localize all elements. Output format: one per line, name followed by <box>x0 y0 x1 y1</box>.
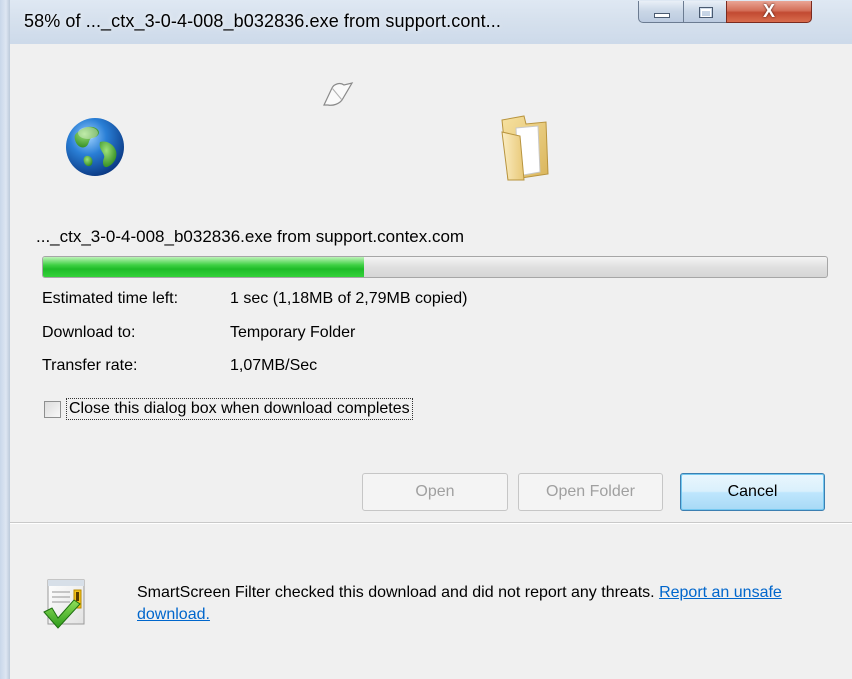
download-progress-bar <box>42 256 828 278</box>
smartscreen-footer: SmartScreen Filter checked this download… <box>10 524 852 679</box>
download-dialog: 58% of ..._ctx_3-0-4-008_b032836.exe fro… <box>0 0 852 679</box>
close-when-complete-checkbox[interactable] <box>44 401 61 418</box>
smartscreen-message: SmartScreen Filter checked this download… <box>137 582 797 626</box>
window-edge <box>0 0 10 679</box>
open-button[interactable]: Open <box>362 473 508 511</box>
maximize-icon <box>699 7 713 18</box>
download-filename: ..._ctx_3-0-4-008_b032836.exe from suppo… <box>36 227 465 246</box>
info-label: Download to: <box>42 324 136 341</box>
close-icon: X <box>762 1 775 21</box>
close-when-complete-label[interactable]: Close this dialog box when download comp… <box>66 398 413 420</box>
progress-fill <box>43 257 365 277</box>
download-animation <box>10 44 852 194</box>
maximize-button[interactable] <box>683 1 727 23</box>
cancel-button[interactable]: Cancel <box>680 473 825 511</box>
flying-paper-icon <box>323 82 354 106</box>
smartscreen-text: SmartScreen Filter checked this download… <box>137 584 660 601</box>
close-button[interactable]: X <box>726 1 812 23</box>
info-value: 1 sec (1,18MB of 2,79MB copied) <box>230 290 468 307</box>
globe-icon <box>66 118 124 176</box>
minimize-button[interactable] <box>638 1 684 23</box>
minimize-icon <box>654 13 670 18</box>
smartscreen-check-icon <box>43 579 85 629</box>
open-folder-button[interactable]: Open Folder <box>518 473 663 511</box>
folder-icon <box>501 115 549 181</box>
info-label: Transfer rate: <box>42 357 138 374</box>
info-label: Estimated time left: <box>42 290 179 307</box>
download-panel: ..._ctx_3-0-4-008_b032836.exe from suppo… <box>10 44 852 524</box>
info-value: Temporary Folder <box>230 324 356 341</box>
info-value: 1,07MB/Sec <box>230 357 318 374</box>
close-when-complete-option[interactable]: Close this dialog box when download comp… <box>44 398 544 421</box>
title-bar[interactable]: 58% of ..._ctx_3-0-4-008_b032836.exe fro… <box>10 0 852 44</box>
window-title: 58% of ..._ctx_3-0-4-008_b032836.exe fro… <box>24 11 501 31</box>
